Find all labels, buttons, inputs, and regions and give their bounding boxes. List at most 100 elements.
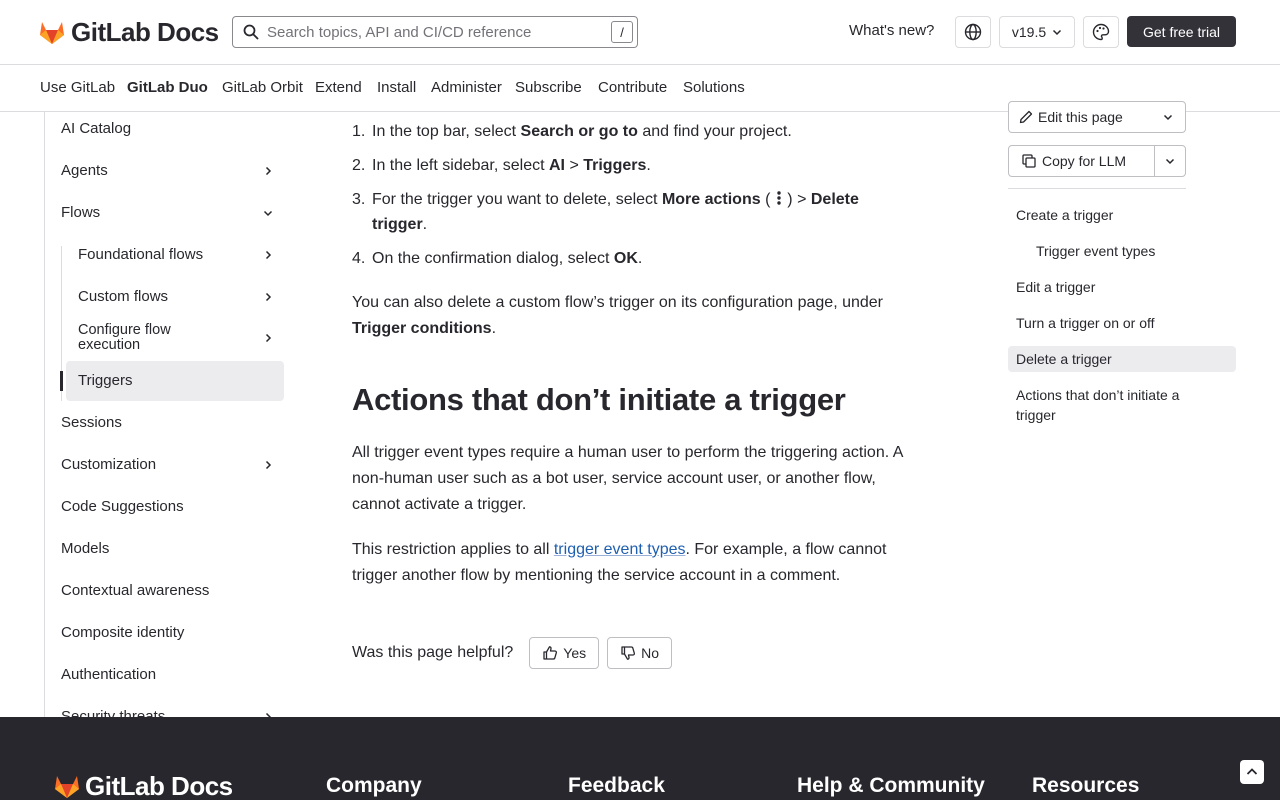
step-text: On the confirmation dialog, select (372, 250, 614, 267)
step-bold: AI (549, 157, 565, 174)
left-sidebar: AI Catalog Agents Flows Foundational flo… (0, 112, 300, 717)
step-3: 3. For the trigger you want to delete, se… (352, 187, 912, 237)
step-number: 2. (352, 157, 366, 174)
toc-item-turn-on-or-off[interactable]: Turn a trigger on or off (1016, 313, 1226, 333)
globe-icon (964, 23, 982, 41)
sidebar-item-triggers[interactable]: Triggers (78, 372, 283, 389)
chevron-up-icon (1246, 768, 1258, 775)
thumbs-down-icon (621, 646, 636, 660)
feedback-question: Was this page helpful? (352, 644, 514, 661)
chevron-right-icon[interactable] (261, 710, 275, 717)
back-to-top-button[interactable] (1240, 760, 1264, 784)
step-bold: Triggers (583, 157, 647, 174)
step-number: 4. (352, 250, 366, 267)
sidebar-item-configure-flow-execution[interactable]: Configure flow execution (78, 323, 283, 353)
whats-new-link[interactable]: What's new? (849, 22, 934, 39)
copy-options-dropdown[interactable] (1155, 156, 1185, 166)
step-text: In the top bar, select (372, 123, 521, 140)
nav-administer[interactable]: Administer (431, 79, 502, 96)
sidebar-item-code-suggestions[interactable]: Code Suggestions (61, 498, 283, 515)
search-box[interactable]: / (232, 16, 638, 48)
sidebar-item-contextual-awareness[interactable]: Contextual awareness (61, 582, 283, 599)
toc-item-create-a-trigger[interactable]: Create a trigger (1016, 205, 1226, 225)
sidebar-item-sessions[interactable]: Sessions (61, 414, 283, 431)
step-text: > (565, 157, 584, 174)
gitlab-docs-logo[interactable]: GitLab Docs (39, 17, 219, 48)
nav-use-gitlab[interactable]: Use GitLab (40, 79, 115, 96)
footer-heading-help-community: Help & Community (797, 774, 985, 797)
step-bold: Delete (810, 191, 859, 208)
copy-for-llm-label: Copy for LLM (1042, 153, 1127, 169)
sidebar-item-security-threats[interactable]: Security threats (61, 708, 283, 717)
sidebar-item-customization[interactable]: Customization (61, 456, 283, 473)
nav-extend[interactable]: Extend (315, 79, 362, 96)
nav-subscribe[interactable]: Subscribe (515, 79, 582, 96)
step-text: For the trigger you want to delete, sele… (372, 191, 662, 208)
sidebar-item-ai-catalog[interactable]: AI Catalog (61, 120, 283, 137)
step-number: 1. (352, 123, 366, 140)
feedback-no-label: No (641, 645, 660, 661)
sidebar-divider (44, 112, 45, 717)
chevron-down-icon[interactable] (1163, 112, 1173, 122)
feedback-yes-button[interactable]: Yes (529, 637, 600, 669)
search-shortcut-key: / (611, 21, 633, 43)
sidebar-item-models[interactable]: Models (61, 540, 283, 557)
sidebar-item-label: Customization (61, 456, 157, 473)
thumbs-up-icon (543, 646, 558, 660)
toc-item-actions-dont-initiate[interactable]: Actions that don’t initiate a trigger (1016, 385, 1196, 425)
nav-install[interactable]: Install (377, 79, 416, 96)
toc-divider (1008, 188, 1186, 189)
sidebar-item-foundational-flows[interactable]: Foundational flows (78, 246, 283, 263)
copy-for-llm-group: Copy for LLM (1008, 145, 1186, 177)
edit-this-page-button[interactable]: Edit this page (1008, 101, 1186, 133)
paragraph-bold: Trigger conditions (352, 320, 492, 337)
step-text: . (637, 250, 643, 267)
feedback-no-button[interactable]: No (607, 637, 673, 669)
chevron-right-icon[interactable] (261, 290, 275, 304)
step-2: 2. In the left sidebar, select AI > Trigg… (352, 153, 912, 178)
get-free-trial-button[interactable]: Get free trial (1127, 16, 1236, 47)
toc-item-edit-a-trigger[interactable]: Edit a trigger (1016, 277, 1226, 297)
footer: GitLab Docs Company Feedback Help & Comm… (0, 717, 1280, 800)
tanuki-logo-icon (40, 22, 64, 44)
nav-gitlab-duo[interactable]: GitLab Duo (127, 79, 208, 96)
nav-gitlab-orbit[interactable]: GitLab Orbit (222, 79, 303, 96)
footer-logo[interactable]: GitLab Docs (54, 771, 233, 800)
step-bold: Search or go to (520, 123, 638, 140)
sidebar-item-label: Configure flow execution (78, 322, 171, 353)
step-bold: OK (613, 250, 638, 267)
step-1: 1. In the top bar, select Search or go to… (352, 119, 912, 144)
sidebar-item-label: Custom flows (78, 288, 169, 305)
sidebar-item-label: Foundational flows (78, 246, 204, 263)
search-input[interactable] (267, 23, 611, 41)
trigger-event-types-link[interactable]: trigger event types (554, 541, 686, 558)
sidebar-item-composite-identity[interactable]: Composite identity (61, 624, 283, 641)
sidebar-item-authentication[interactable]: Authentication (61, 666, 283, 683)
footer-heading-resources: Resources (1032, 774, 1140, 797)
sidebar-item-label: Security threats (61, 708, 166, 717)
theme-button[interactable] (1083, 16, 1119, 48)
ellipsis-v-icon (777, 191, 781, 205)
chevron-right-icon[interactable] (261, 248, 275, 262)
sidebar-item-agents[interactable]: Agents (61, 162, 283, 179)
nav-solutions[interactable]: Solutions (683, 79, 745, 96)
paragraph-text: This restriction applies to all (352, 541, 554, 558)
footer-heading-company: Company (326, 774, 422, 797)
chevron-down-icon[interactable] (261, 206, 275, 220)
chevron-right-icon[interactable] (261, 331, 275, 345)
footer-heading-feedback: Feedback (568, 774, 665, 797)
copy-for-llm-button[interactable]: Copy for LLM (1009, 146, 1155, 176)
nav-contribute[interactable]: Contribute (598, 79, 667, 96)
version-dropdown[interactable]: v19.5 (999, 16, 1075, 48)
chevron-right-icon[interactable] (261, 458, 275, 472)
sidebar-item-custom-flows[interactable]: Custom flows (78, 288, 283, 305)
edit-this-page-label: Edit this page (1038, 109, 1123, 125)
version-label: v19.5 (1011, 24, 1047, 40)
step-text: ( (760, 191, 775, 208)
sidebar-item-flows[interactable]: Flows (61, 204, 283, 221)
step-number: 3. (352, 191, 366, 208)
toc-item-trigger-event-types[interactable]: Trigger event types (1036, 241, 1246, 261)
chevron-right-icon[interactable] (261, 164, 275, 178)
toc-item-delete-a-trigger[interactable]: Delete a trigger (1016, 349, 1226, 369)
language-button[interactable] (955, 16, 991, 48)
